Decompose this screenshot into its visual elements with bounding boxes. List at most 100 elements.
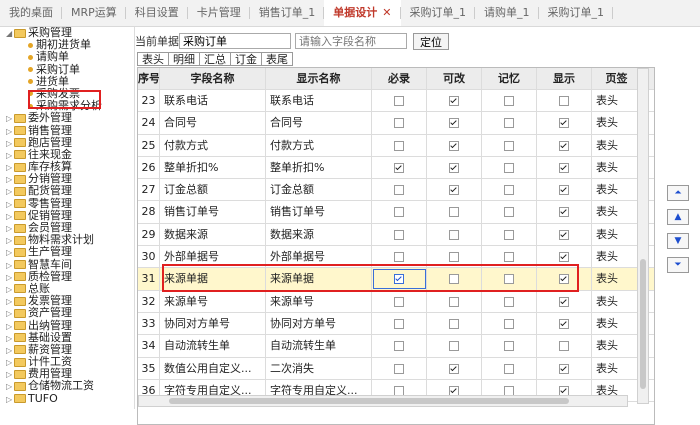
expand-icon[interactable]: ▷ bbox=[6, 333, 14, 345]
section-tab[interactable]: 订金 bbox=[231, 52, 262, 66]
checkbox[interactable] bbox=[504, 96, 514, 106]
expand-icon[interactable]: ▷ bbox=[6, 113, 14, 125]
checkbox[interactable] bbox=[559, 140, 569, 151]
checkbox[interactable] bbox=[559, 229, 569, 240]
checkbox[interactable] bbox=[394, 140, 404, 151]
checkbox[interactable] bbox=[449, 185, 459, 196]
checkbox[interactable] bbox=[504, 341, 514, 352]
expand-icon[interactable]: ▷ bbox=[6, 223, 14, 235]
checkbox[interactable] bbox=[449, 229, 459, 240]
move-down-icon[interactable]: ▼ bbox=[667, 233, 689, 249]
tab-item[interactable]: 请购单_1 bbox=[475, 0, 539, 26]
move-to-top-icon[interactable]: ⏶ bbox=[667, 185, 689, 201]
tab-item[interactable]: 卡片管理 bbox=[188, 0, 250, 26]
expand-icon[interactable]: ▷ bbox=[6, 235, 14, 247]
table-row[interactable]: 29 数据来源 数据来源 表头 bbox=[138, 223, 654, 247]
checkbox[interactable] bbox=[449, 341, 459, 352]
checkbox[interactable] bbox=[449, 296, 459, 307]
checkbox[interactable] bbox=[504, 318, 514, 329]
checkbox[interactable] bbox=[559, 185, 569, 196]
checkbox[interactable] bbox=[394, 296, 404, 307]
checkbox[interactable] bbox=[394, 118, 404, 129]
expand-icon[interactable]: ▷ bbox=[6, 174, 14, 186]
expand-icon[interactable]: ▷ bbox=[6, 394, 14, 406]
expand-icon[interactable]: ▷ bbox=[6, 369, 14, 381]
table-row[interactable]: 32 来源单号 来源单号 表头 bbox=[138, 290, 654, 313]
table-row[interactable]: 34 自动流转生单 自动流转生单 表头 bbox=[138, 335, 654, 358]
move-to-bottom-icon[interactable]: ⏷ bbox=[667, 257, 689, 273]
table-row[interactable]: 27 订金总额 订金总额 表头 bbox=[138, 179, 654, 202]
tab-item[interactable]: 采购订单_1 bbox=[401, 0, 476, 26]
checkbox[interactable] bbox=[394, 341, 404, 352]
table-row[interactable]: 23 联系电话 联系电话 表头 bbox=[138, 90, 654, 113]
checkbox[interactable] bbox=[394, 252, 404, 263]
table-row[interactable]: 26 整单折扣% 整单折扣% 表头 bbox=[138, 156, 654, 180]
checkbox[interactable] bbox=[449, 96, 459, 106]
expand-icon[interactable]: ▷ bbox=[6, 272, 14, 284]
tab-item[interactable]: 科目设置 bbox=[126, 0, 188, 26]
checkbox[interactable] bbox=[394, 185, 404, 196]
checkbox[interactable] bbox=[394, 363, 404, 374]
vertical-scrollbar[interactable] bbox=[637, 68, 649, 404]
checkbox[interactable] bbox=[504, 296, 514, 307]
checkbox[interactable] bbox=[559, 296, 569, 307]
checkbox[interactable] bbox=[504, 140, 514, 151]
checkbox[interactable] bbox=[559, 318, 569, 329]
checkbox[interactable] bbox=[504, 162, 514, 173]
expand-icon[interactable]: ▷ bbox=[6, 345, 14, 357]
checkbox[interactable] bbox=[504, 363, 514, 374]
table-row[interactable]: 28 销售订单号 销售订单号 表头 bbox=[138, 201, 654, 224]
expand-icon[interactable]: ▷ bbox=[6, 186, 14, 198]
section-tab[interactable]: 汇总 bbox=[200, 52, 231, 66]
tab-item[interactable]: 我的桌面 bbox=[0, 0, 62, 26]
checkbox[interactable] bbox=[394, 229, 404, 240]
tab-item[interactable]: 销售订单_1 bbox=[250, 0, 325, 26]
vertical-scroll-thumb[interactable] bbox=[640, 259, 646, 389]
expand-icon[interactable]: ▷ bbox=[6, 126, 14, 138]
checkbox[interactable] bbox=[504, 207, 514, 218]
tab-item[interactable]: 采购订单_1 bbox=[539, 0, 614, 26]
expand-icon[interactable]: ▷ bbox=[6, 296, 14, 308]
expand-icon[interactable]: ▷ bbox=[6, 199, 14, 211]
close-icon[interactable]: ✕ bbox=[382, 6, 391, 19]
expand-icon[interactable]: ▷ bbox=[6, 284, 14, 296]
checkbox[interactable] bbox=[449, 252, 459, 263]
expand-icon[interactable]: ▷ bbox=[6, 150, 14, 162]
checkbox[interactable] bbox=[449, 318, 459, 329]
collapse-icon[interactable]: ◢ bbox=[6, 28, 14, 40]
expand-icon[interactable]: ▷ bbox=[6, 138, 14, 150]
expand-icon[interactable]: ▷ bbox=[6, 260, 14, 272]
checkbox[interactable] bbox=[449, 207, 459, 218]
tree-item[interactable]: ▷ 质检管理 bbox=[0, 270, 134, 284]
checkbox[interactable] bbox=[394, 318, 404, 329]
section-tab[interactable]: 表头 bbox=[137, 52, 169, 66]
checkbox[interactable] bbox=[449, 140, 459, 151]
table-row[interactable]: 24 合同号 合同号 表头 bbox=[138, 112, 654, 135]
checkbox[interactable] bbox=[559, 363, 569, 374]
expand-icon[interactable]: ▷ bbox=[6, 211, 14, 223]
checkbox[interactable] bbox=[559, 207, 569, 218]
section-tab[interactable]: 表尾 bbox=[262, 52, 293, 66]
checkbox[interactable] bbox=[394, 96, 404, 106]
expand-icon[interactable]: ▷ bbox=[6, 381, 14, 393]
checkbox[interactable] bbox=[449, 363, 459, 374]
section-tab[interactable]: 明细 bbox=[169, 52, 200, 66]
field-search-input[interactable] bbox=[295, 33, 407, 49]
tab-item[interactable]: MRP运算 bbox=[62, 0, 126, 26]
expand-icon[interactable]: ▷ bbox=[6, 357, 14, 369]
move-up-icon[interactable]: ▲ bbox=[667, 209, 689, 225]
checkbox[interactable] bbox=[559, 341, 569, 352]
horizontal-scrollbar[interactable] bbox=[138, 395, 628, 407]
expand-icon[interactable]: ▷ bbox=[6, 308, 14, 320]
checkbox[interactable] bbox=[449, 118, 459, 129]
checkbox[interactable] bbox=[504, 229, 514, 240]
checkbox[interactable] bbox=[559, 96, 569, 106]
checkbox[interactable] bbox=[394, 162, 404, 173]
tab-item[interactable]: 单据设计 ✕ bbox=[324, 0, 401, 26]
checkbox[interactable] bbox=[559, 118, 569, 129]
table-row[interactable]: 25 付款方式 付款方式 表头 bbox=[138, 134, 654, 157]
table-row[interactable]: 33 协同对方单号 协同对方单号 表头 bbox=[138, 312, 654, 336]
horizontal-scroll-thumb[interactable] bbox=[169, 398, 569, 404]
checkbox[interactable] bbox=[504, 185, 514, 196]
locate-button[interactable]: 定位 bbox=[413, 32, 449, 50]
